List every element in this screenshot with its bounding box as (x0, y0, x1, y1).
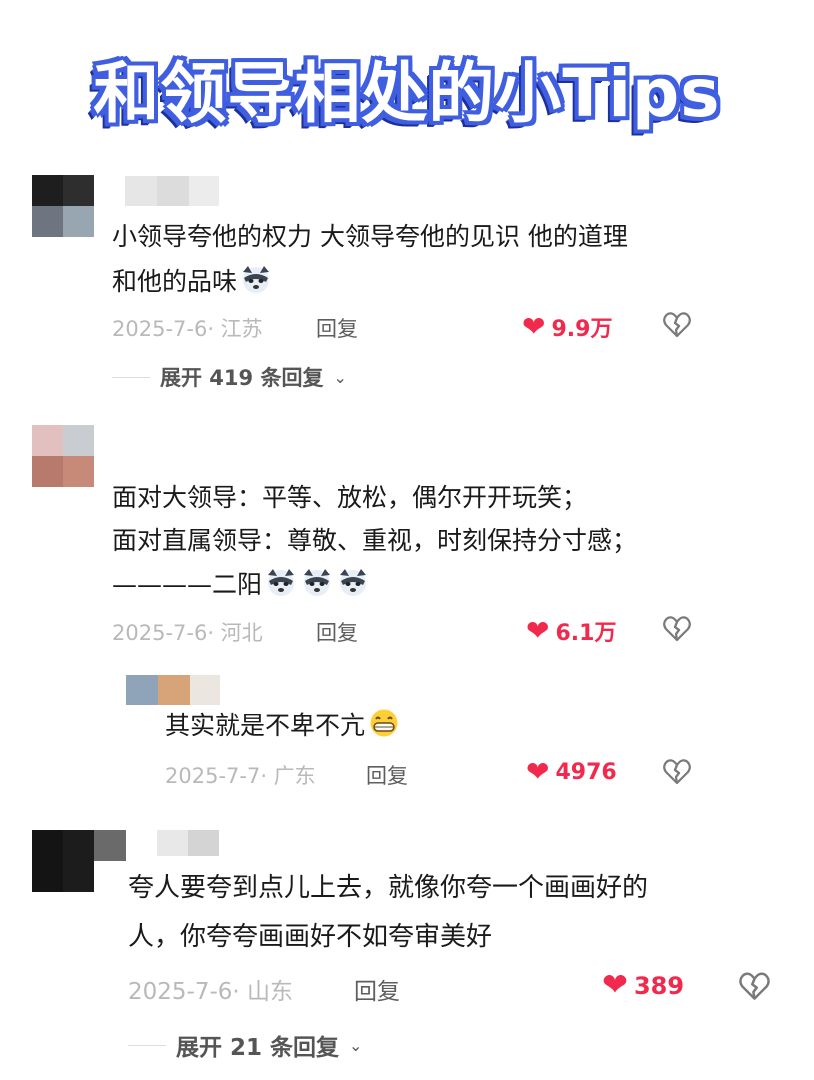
broken-heart-icon[interactable] (738, 970, 771, 1003)
grin-emoji (367, 708, 401, 738)
expand-replies-button[interactable]: 展开 21 条回复 ⌄ (128, 1028, 362, 1062)
username[interactable] (126, 675, 220, 705)
comment-text-line-2: 和他的品味 (112, 263, 273, 301)
avatar[interactable] (32, 175, 94, 237)
like-button[interactable]: ❤ 4976 (526, 758, 617, 786)
comment-text-line-2: 人，你夸夸画画好不如夸审美好 (128, 922, 493, 952)
heart-icon: ❤ (526, 755, 550, 788)
reply-button[interactable]: 回复 (316, 617, 358, 647)
comment-text-line-2: 面对直属领导：尊敬、重视，时刻保持分寸感； (112, 526, 638, 555)
husky-emoji (239, 264, 273, 294)
comment-text-line-1: 小领导夸他的权力 大领导夸他的见识 他的道理 (112, 222, 628, 251)
avatar[interactable] (32, 425, 94, 487)
comment-text-line-3: ————二阳 (112, 566, 370, 604)
broken-heart-icon[interactable] (662, 614, 692, 644)
like-count: 4976 (555, 759, 617, 785)
like-button[interactable]: ❤ 389 (602, 970, 684, 1001)
chevron-down-icon: ⌄ (349, 1035, 363, 1055)
heart-icon: ❤ (522, 310, 546, 343)
like-button[interactable]: ❤ 6.1万 (526, 615, 616, 647)
reply-button[interactable]: 回复 (354, 972, 400, 1006)
husky-emoji (300, 567, 334, 597)
comment-text-line-1: 面对大领导：平等、放松，偶尔开开玩笑； (112, 483, 588, 512)
reply-button[interactable]: 回复 (316, 313, 358, 343)
comment-text-line-1: 夸人要夸到点儿上去，就像你夸一个画画好的 (128, 873, 649, 903)
divider (112, 376, 150, 378)
comment-date-location: 2025-7-6· 河北 (112, 621, 263, 645)
page-title: 和领导相处的小Tips (93, 55, 721, 132)
avatar[interactable] (32, 830, 126, 892)
reply-button[interactable]: 回复 (366, 760, 408, 790)
reply-date-location: 2025-7-7· 广东 (165, 764, 316, 788)
like-count: 9.9万 (551, 317, 613, 342)
username[interactable] (157, 830, 219, 856)
like-button[interactable]: ❤ 9.9万 (522, 311, 612, 343)
expand-replies-button[interactable]: 展开 419 条回复 ⌄ (112, 362, 347, 392)
expand-replies-label: 展开 419 条回复 (160, 366, 324, 390)
comment-date-location: 2025-7-6· 山东 (128, 979, 294, 1005)
heart-icon: ❤ (602, 967, 628, 1003)
broken-heart-icon[interactable] (662, 310, 692, 340)
like-count: 6.1万 (555, 621, 617, 646)
chevron-down-icon: ⌄ (333, 367, 347, 387)
broken-heart-icon[interactable] (662, 757, 692, 787)
husky-emoji (336, 567, 370, 597)
like-count: 389 (633, 971, 685, 1000)
expand-replies-label: 展开 21 条回复 (176, 1035, 340, 1061)
comment-date-location: 2025-7-6· 江苏 (112, 317, 263, 341)
username[interactable] (125, 176, 219, 206)
husky-emoji (264, 567, 298, 597)
reply-text: 其实就是不卑不亢 (165, 707, 401, 745)
heart-icon: ❤ (526, 614, 550, 647)
divider (128, 1044, 166, 1046)
